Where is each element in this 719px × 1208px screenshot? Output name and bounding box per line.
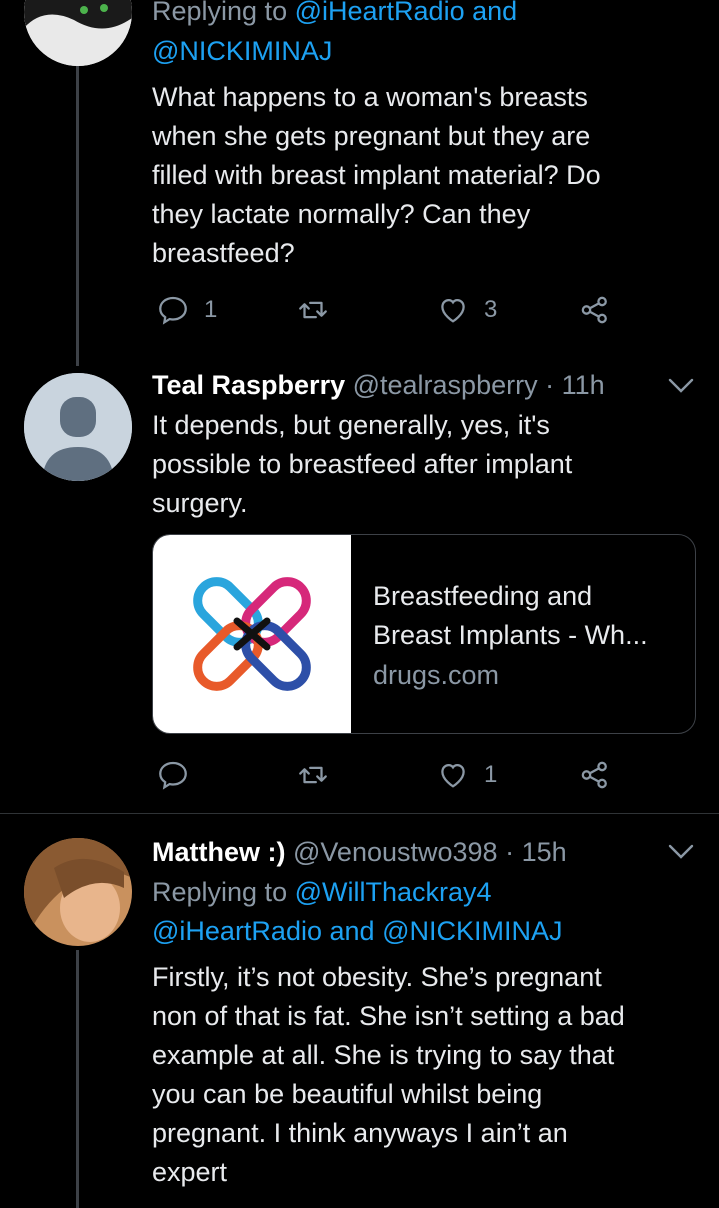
tweet-actions: 1 3 xyxy=(0,290,719,330)
heart-icon xyxy=(441,763,465,788)
avatar-default[interactable] xyxy=(24,373,132,481)
tweet-body-line: Firstly, it’s not obesity. She’s pregnan… xyxy=(152,962,602,992)
tweet-body-line: expert xyxy=(152,1157,228,1187)
display-name[interactable]: Matthew :) xyxy=(152,837,285,867)
drugs-logo-icon xyxy=(193,577,311,691)
tweet-body: It depends, but generally, yes, it's pos… xyxy=(152,406,572,523)
tweet-body-line: What happens to a woman's breasts xyxy=(152,82,588,112)
replying-and: and xyxy=(472,0,518,26)
heart-icon xyxy=(441,298,465,323)
like-button[interactable]: 3 xyxy=(436,290,497,330)
replying-prefix: Replying to xyxy=(152,0,288,26)
timestamp[interactable]: 15h xyxy=(522,837,567,867)
tweet-actions: 1 xyxy=(0,755,719,795)
retweet-button[interactable] xyxy=(296,755,330,795)
like-count: 1 xyxy=(484,761,498,788)
card-domain: drugs.com xyxy=(373,660,500,690)
tweet-body-line: pregnant. I think anyways I ain’t an xyxy=(152,1118,568,1148)
replying-to-line-1: Replying to @WillThackray4 xyxy=(152,873,492,912)
tweet-body-line: you can be beautiful whilst being xyxy=(152,1079,543,1109)
divider xyxy=(0,813,719,814)
like-count: 3 xyxy=(484,296,498,323)
link-preview-card[interactable]: Breastfeeding and Breast Implants - Wh..… xyxy=(152,534,696,734)
tweet-body: Firstly, it’s not obesity. She’s pregnan… xyxy=(152,958,625,1192)
card-title-line: Breast Implants - Wh... xyxy=(373,620,648,650)
reply-count: 1 xyxy=(204,296,218,323)
default-profile-icon xyxy=(24,373,132,481)
cat-avatar-image xyxy=(24,0,132,66)
handle[interactable]: @tealraspberry xyxy=(353,370,538,400)
mention-willthackray4[interactable]: @WillThackray4 xyxy=(295,877,492,907)
tweet-body: What happens to a woman's breasts when s… xyxy=(152,78,601,273)
thread-line xyxy=(76,950,79,1208)
tweet-body-line: filled with breast implant material? Do xyxy=(152,160,601,190)
person-avatar-image xyxy=(24,838,132,946)
tweet-body-line: surgery. xyxy=(152,488,248,518)
replying-prefix: Replying to xyxy=(152,877,288,907)
like-button[interactable]: 1 xyxy=(436,755,497,795)
retweet-icon xyxy=(299,766,327,784)
chevron-down-icon[interactable] xyxy=(666,842,696,862)
tweet-body-line: non of that is fat. She isn’t setting a … xyxy=(152,1001,625,1031)
tweet-body-line: breastfeed? xyxy=(152,238,295,268)
mention-iheartradio[interactable]: @iHeartRadio xyxy=(152,916,322,946)
reply-icon xyxy=(159,296,187,325)
handle[interactable]: @Venoustwo398 xyxy=(293,837,498,867)
tweet-body-line: example at all. She is trying to say tha… xyxy=(152,1040,615,1070)
share-icon xyxy=(581,296,607,324)
replying-to-line-2: @iHeartRadio and @NICKIMINAJ xyxy=(152,912,563,951)
drugs-com-logo xyxy=(153,535,351,733)
separator: · xyxy=(545,370,555,400)
reply-button[interactable] xyxy=(156,755,190,795)
replying-and: and xyxy=(329,916,375,946)
reply-icon xyxy=(159,761,187,790)
retweet-icon xyxy=(299,301,327,319)
timestamp[interactable]: 11h xyxy=(562,370,605,400)
avatar-cat[interactable] xyxy=(24,0,132,66)
separator: · xyxy=(505,837,515,867)
retweet-button[interactable] xyxy=(296,290,330,330)
share-button[interactable] xyxy=(578,290,612,330)
reply-button[interactable]: 1 xyxy=(156,290,217,330)
replying-to-line-2: @NICKIMINAJ xyxy=(152,32,332,71)
card-title-line: Breastfeeding and xyxy=(373,581,593,611)
tweet-body-line: It depends, but generally, yes, it's xyxy=(152,410,550,440)
tweet-body-line: when she gets pregnant but they are xyxy=(152,121,591,151)
tweet-body-line: possible to breastfeed after implant xyxy=(152,449,573,479)
display-name[interactable]: Teal Raspberry xyxy=(152,370,345,400)
tweet-body-line: they lactate normally? Can they xyxy=(152,199,531,229)
share-icon xyxy=(581,761,607,789)
mention-nickiminaj[interactable]: @NICKIMINAJ xyxy=(152,36,332,66)
tweet-header: Teal Raspberry @tealraspberry · 11h xyxy=(152,366,605,405)
avatar-matthew[interactable] xyxy=(24,838,132,946)
chevron-down-icon[interactable] xyxy=(666,376,696,396)
card-title: Breastfeeding and Breast Implants - Wh..… xyxy=(373,577,683,655)
mention-nickiminaj[interactable]: @NICKIMINAJ xyxy=(382,916,562,946)
mention-iheartradio[interactable]: @iHeartRadio xyxy=(295,0,465,26)
replying-to-line-1: Replying to @iHeartRadio and xyxy=(152,0,517,31)
tweet-header: Matthew :) @Venoustwo398 · 15h xyxy=(152,833,567,872)
share-button[interactable] xyxy=(578,755,612,795)
